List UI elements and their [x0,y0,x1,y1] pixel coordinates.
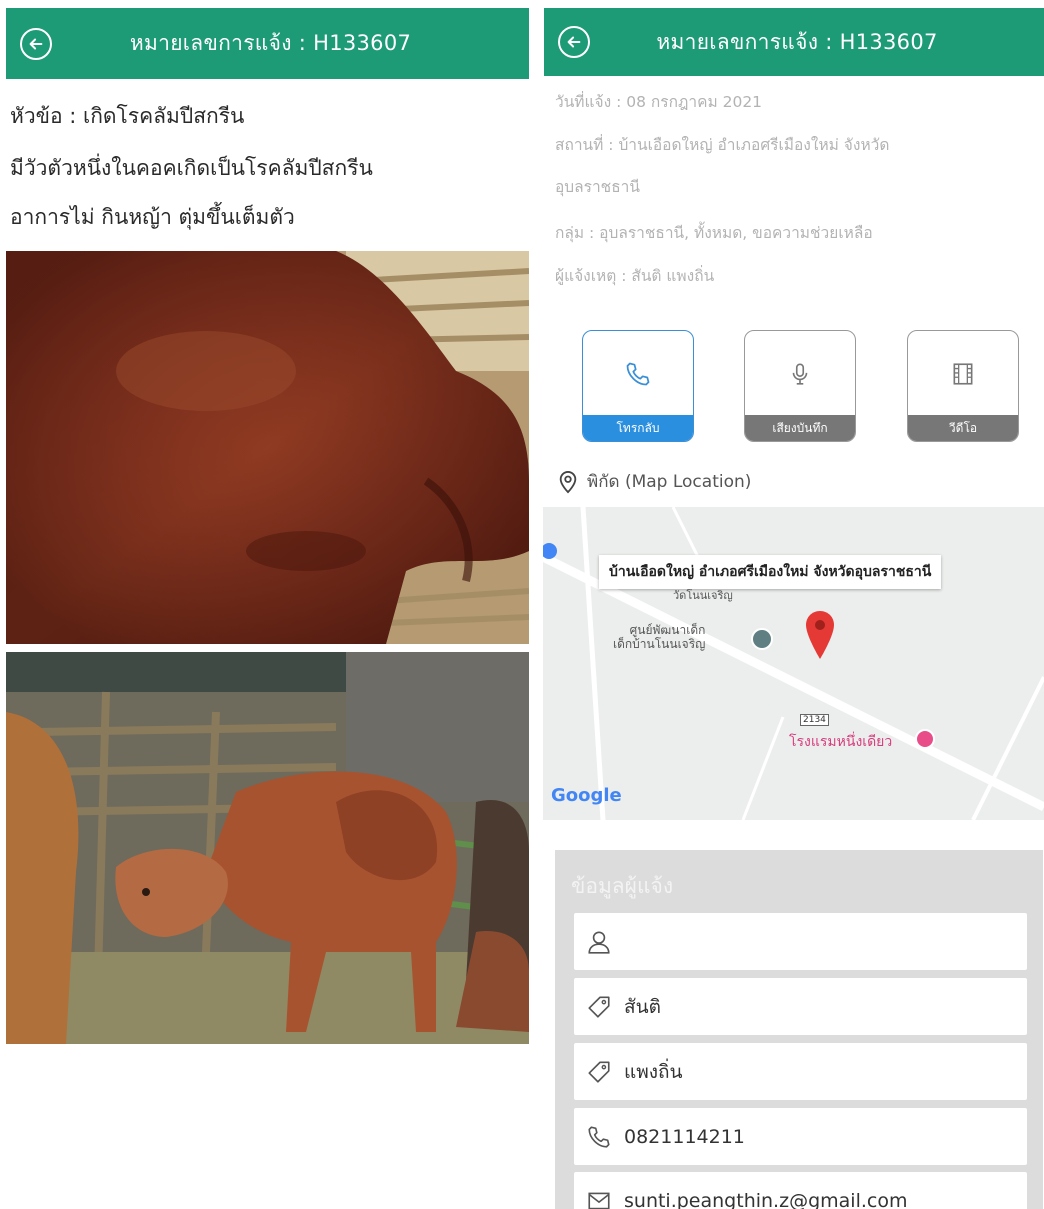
report-photo-1[interactable] [6,251,529,644]
page-title: หมายเลขการแจ้ง : H133607 [656,29,938,54]
report-subject: หัวข้อ : เกิดโรคลัมปีสกรีน [10,104,245,128]
header-bar: หมายเลขการแจ้ง : H133607 [544,8,1044,76]
reporter-last-name-field: แพงถิ่น [574,1043,1027,1100]
mail-icon [588,1192,610,1209]
voice-record-button[interactable]: เสียงบันทึก [744,330,856,442]
map-roads [543,507,1044,820]
back-button[interactable] [558,26,590,58]
report-description-line1: มีวัวตัวหนึ่งในคอคเกิดเป็นโรคลัมปีสกรีน [10,156,373,180]
map-poi-partial-label: วัดโนนเจริญ [673,589,733,602]
microphone-icon [792,363,808,385]
call-back-button[interactable]: โทรกลับ [582,330,694,442]
reporter-email-field[interactable]: sunti.peangthin.z@gmail.com [574,1172,1027,1209]
arrow-left-icon [29,38,43,49]
back-button[interactable] [20,27,52,60]
map-section-label: พิกัด (Map Location) [587,472,752,492]
arrow-left-icon [567,36,581,48]
phone-icon [588,1125,610,1148]
reporter-email: sunti.peangthin.z@gmail.com [624,1189,908,1209]
reporter-info-panel: ข้อมูลผู้แจ้ง สันติ แพงถิ่น 0821114211 s… [555,850,1043,1209]
reporter-last-name: แพงถิ่น [624,1060,683,1083]
reporter-panel-heading: ข้อมูลผู้แจ้ง [571,874,674,898]
page-title: หมายเลขการแจ้ง : H133607 [129,31,412,55]
reporter-phone-field[interactable]: 0821114211 [574,1108,1027,1165]
map-poi-school[interactable]: ศูนย์พัฒนาเด็ก เด็กบ้านโนนเจริญ [613,623,705,652]
map-poi-school-line2: เด็กบ้านโนนเจริญ [613,637,706,652]
calf-image [6,652,529,1044]
voice-record-label: เสียงบันทึก [745,415,855,441]
film-icon [953,363,973,385]
tag-icon [588,995,610,1018]
report-group: กลุ่ม : อุบลราชธานี, ทั้งหมด, ขอความช่วย… [555,224,873,242]
reporter-first-name-field: สันติ [574,978,1027,1035]
road-number-badge: 2134 [800,714,829,726]
map-poi-school-line1: ศูนย์พัฒนาเด็ก [629,623,706,637]
reporter-phone: 0821114211 [624,1125,745,1148]
video-label: วีดีโอ [908,415,1018,441]
report-location-line1: สถานที่ : บ้านเอือดใหญ่ อำเภอศรีเมืองใหม… [555,136,890,154]
map-poi-hotel-label[interactable]: โรงแรมหนึ่งเดียว [789,731,892,753]
cow-closeup-image [6,251,529,644]
report-photo-2[interactable] [6,652,529,1044]
tag-icon [588,1060,610,1083]
video-button[interactable]: วีดีโอ [907,330,1019,442]
report-reporter: ผู้แจ้งเหตุ : สันติ แพงถิ่น [555,267,715,285]
report-detail-screen-left: หมายเลขการแจ้ง : H133607 หัวข้อ : เกิดโร… [0,0,537,1209]
location-map[interactable]: บ้านเอือดใหญ่ อำเภอศรีเมืองใหม่ จังหวัดอ… [543,507,1044,820]
reporter-first-name: สันติ [624,995,661,1018]
phone-icon [626,362,650,386]
school-pin-icon [751,628,773,650]
location-marker-icon[interactable] [805,611,835,659]
hotel-pin-icon [915,729,935,749]
map-section-header: พิกัด (Map Location) [557,468,751,495]
google-logo: Google [551,785,622,806]
report-description-line2: อาการไม่ กินหญ้า ตุ่มขึ้นเต็มตัว [10,205,295,229]
report-date: วันที่แจ้ง : 08 กรกฎาคม 2021 [555,93,763,111]
report-location-line2: อุบลราชธานี [555,178,640,196]
call-back-label: โทรกลับ [583,415,693,441]
reporter-username-field [574,913,1027,970]
location-pin-icon [559,470,577,493]
header-bar: หมายเลขการแจ้ง : H133607 [6,8,529,79]
user-icon [588,930,610,954]
report-detail-screen-right: หมายเลขการแจ้ง : H133607 วันที่แจ้ง : 08… [543,0,1044,1209]
marker-info-window: บ้านเอือดใหญ่ อำเภอศรีเมืองใหม่ จังหวัดอ… [599,555,942,589]
